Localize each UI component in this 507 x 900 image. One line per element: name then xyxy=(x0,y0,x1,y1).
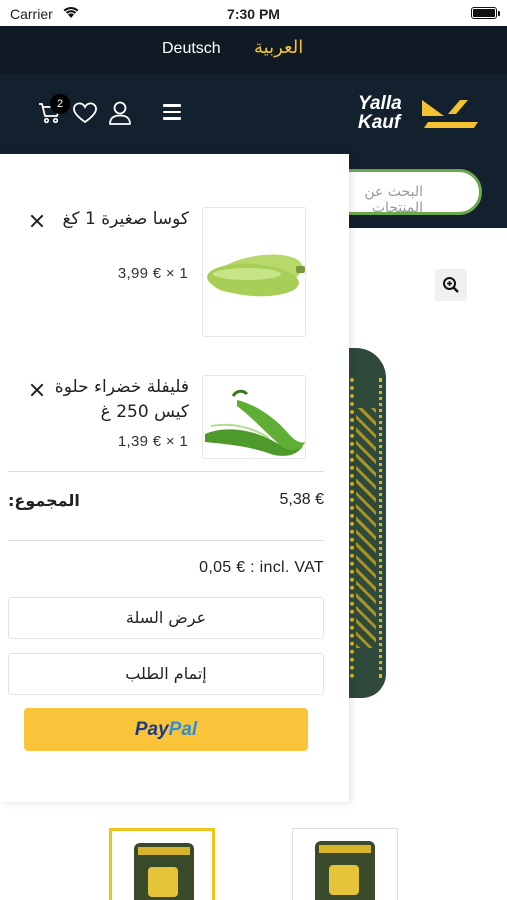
battery-tip xyxy=(498,11,500,16)
mini-cart-drawer: كوسا صغيرة 1 كغ 3,99 € × 1 فليفلة خضراء … xyxy=(0,154,349,802)
user-icon[interactable] xyxy=(108,100,132,126)
paypal-button[interactable]: PayPal xyxy=(24,708,308,751)
cart-item-price: 3,99 € × 1 xyxy=(117,265,188,282)
remove-item-button[interactable] xyxy=(29,213,45,229)
green-pepper-image xyxy=(205,389,305,456)
product-thumbnails xyxy=(0,828,507,900)
cart-count-badge: 2 xyxy=(50,94,70,114)
status-bar: Carrier 7:30 PM xyxy=(0,0,507,26)
logo-mark-icon xyxy=(422,100,478,128)
subtotal-value: 5,38 € xyxy=(279,491,324,508)
product-pattern-ornament xyxy=(356,408,376,648)
divider xyxy=(8,540,324,541)
subtotal-label: المجموع: xyxy=(8,491,80,510)
checkout-button[interactable]: إتمام الطلب xyxy=(8,653,324,695)
yalla-kauf-logo[interactable]: Yalla Kauf xyxy=(358,94,483,138)
cart-item-image[interactable] xyxy=(202,375,306,459)
clock: 7:30 PM xyxy=(227,6,280,22)
language-bar: Deutsch العربية xyxy=(0,26,507,74)
cart-item-name[interactable]: فليفلة خضراء حلوة كيس 250 غ xyxy=(39,375,189,425)
divider xyxy=(8,471,324,472)
language-german-link[interactable]: Deutsch xyxy=(162,40,221,58)
paypal-logo-part-1: Pay xyxy=(134,719,169,740)
battery-icon xyxy=(471,7,497,19)
cart-item-price: 1,39 € × 1 xyxy=(117,433,188,450)
logo-text: Yalla Kauf xyxy=(358,94,402,132)
logo-line-1: Yalla xyxy=(358,93,402,114)
thumbnail-1[interactable] xyxy=(109,828,215,900)
remove-item-button[interactable] xyxy=(29,382,45,398)
site-header: 2 Yalla Kauf xyxy=(0,74,507,154)
paypal-logo-part-2: Pal xyxy=(168,719,198,740)
heart-icon[interactable] xyxy=(72,101,98,125)
vat-amount: 0,05 € : incl. VAT xyxy=(199,559,324,576)
logo-line-2: Kauf xyxy=(358,112,401,133)
zoom-in-icon xyxy=(443,277,459,293)
cart-item-image[interactable] xyxy=(202,207,306,337)
language-arabic-link[interactable]: العربية xyxy=(254,37,303,58)
cart-item-name[interactable]: كوسا صغيرة 1 كغ xyxy=(39,207,189,232)
menu-icon[interactable] xyxy=(163,104,181,120)
thumbnail-2[interactable] xyxy=(292,828,398,900)
zoom-button[interactable] xyxy=(435,269,467,301)
zucchini-image xyxy=(207,254,305,297)
view-cart-button[interactable]: عرض السلة xyxy=(8,597,324,639)
